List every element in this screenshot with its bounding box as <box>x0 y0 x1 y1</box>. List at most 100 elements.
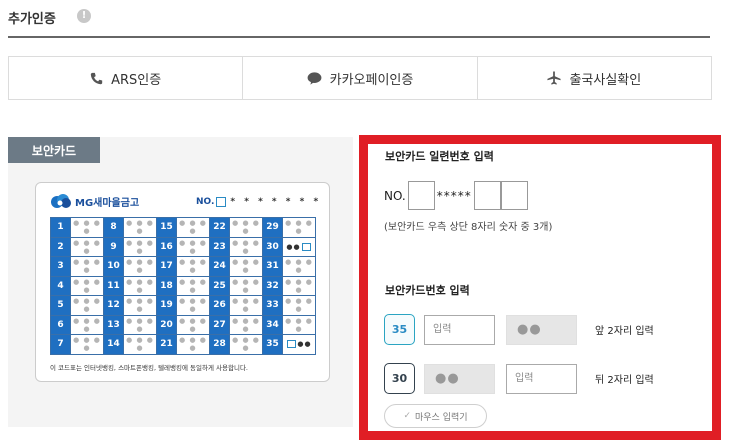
grid-cell-code: ● ● ● ● <box>282 295 316 316</box>
highlight-dots: ●● <box>297 340 312 349</box>
grid-cell-code: ● ● ● ● <box>229 275 263 296</box>
grid-row: 1 ● ● ● ● 8 ● ● ● ● 15 ● ● ● ● 22 ● ● ● ● 29 ● ● … <box>50 217 316 238</box>
front-digits-input[interactable] <box>424 314 495 345</box>
grid-cell-code: ● ● ● ● <box>176 236 210 257</box>
security-card-image: MG새마을금고 NO. * * * * * * * 1 ● ● ● ● 8 ● ● ●… <box>35 182 330 382</box>
airplane-icon <box>547 71 561 85</box>
grid-cell-number: 22 <box>209 217 230 238</box>
grid-cell-number: 23 <box>209 236 230 257</box>
grid-cell-number: 33 <box>262 295 283 316</box>
grid-cell-code: ● ● ● ● <box>70 275 104 296</box>
masked-digits: ●● <box>506 314 577 345</box>
serial-hint: (보안카드 우측 상단 8자리 숫자 중 3개) <box>384 222 553 233</box>
grid-cell-code: ● ● ● ● <box>229 256 263 277</box>
tab-kakaopay[interactable]: 카카오페이인증 <box>243 57 478 99</box>
grid-cell-number: 11 <box>103 275 124 296</box>
grid-cell-number: 8 <box>103 217 124 238</box>
grid-cell-code: ●● <box>282 334 316 355</box>
serial-digit-input-3[interactable] <box>500 181 528 210</box>
grid-cell-code: ● ● ● ● <box>70 256 104 277</box>
grid-row: 4 ● ● ● ● 11 ● ● ● ● 18 ● ● ● ● 25 ● ● ● ● 32 ● ●… <box>50 275 316 296</box>
grid-cell-number: 32 <box>262 275 283 296</box>
grid-cell-number: 28 <box>209 334 230 355</box>
card-tag: 보안카드 <box>8 137 100 163</box>
grid-cell-code: ● ● ● ● <box>70 236 104 257</box>
grid-row: 6 ● ● ● ● 13 ● ● ● ● 20 ● ● ● ● 27 ● ● ● ● 34 ● ●… <box>50 314 316 335</box>
grid-cell-number: 1 <box>50 217 71 238</box>
grid-cell-code: ● ● ● ● <box>123 295 157 316</box>
mg-logo: MG새마을금고 <box>50 193 139 209</box>
grid-cell-number: 10 <box>103 256 124 277</box>
tab-label: 카카오페이인증 <box>329 72 414 88</box>
pin-row-1: 35 ●● 앞 2자리 입력 <box>384 314 654 345</box>
grid-cell-number: 4 <box>50 275 71 296</box>
grid-cell-number: 20 <box>156 314 177 335</box>
grid-cell-code: ● ● ● ● <box>70 217 104 238</box>
pin-title: 보안카드번호 입력 <box>385 284 470 297</box>
grid-cell-number: 30 <box>262 236 283 257</box>
serial-title: 보안카드 일련번호 입력 <box>385 150 494 163</box>
grid-cell-code: ● ● ● ● <box>282 256 316 277</box>
grid-cell-number: 2 <box>50 236 71 257</box>
pin-row-2: 30 ●● 뒤 2자리 입력 <box>384 363 654 394</box>
mouse-button-label: 마우스 입력기 <box>415 412 468 423</box>
grid-cell-number: 34 <box>262 314 283 335</box>
card-no-stars: * * * * * * * <box>230 197 322 207</box>
grid-cell-number: 13 <box>103 314 124 335</box>
grid-row: 7 ● ● ● ● 14 ● ● ● ● 21 ● ● ● ● 28 ● ● ● ● 35 ●● <box>50 334 316 355</box>
grid-cell-code: ● ● ● ● <box>70 314 104 335</box>
serial-digit-input-2[interactable] <box>473 181 501 210</box>
tab-ars[interactable]: ARS인증 <box>9 57 244 99</box>
grid-cell-number: 24 <box>209 256 230 277</box>
grid-row: 3 ● ● ● ● 10 ● ● ● ● 17 ● ● ● ● 24 ● ● ● ● 31 ● ●… <box>50 256 316 277</box>
info-icon[interactable]: ! <box>77 9 91 23</box>
grid-cell-code: ● ● ● ● <box>176 295 210 316</box>
position-badge-35: 35 <box>384 314 415 345</box>
grid-cell-number: 19 <box>156 295 177 316</box>
grid-cell-number: 21 <box>156 334 177 355</box>
tab-departure[interactable]: 출국사실확인 <box>478 57 711 99</box>
code-grid: 1 ● ● ● ● 8 ● ● ● ● 15 ● ● ● ● 22 ● ● ● ● 29 ● ● … <box>50 217 316 355</box>
chat-bubble-icon <box>307 71 322 85</box>
cloud-logo-icon <box>51 194 71 208</box>
serial-digit-input-1[interactable] <box>407 181 435 210</box>
grid-cell-number: 35 <box>262 334 283 355</box>
grid-cell-number: 5 <box>50 295 71 316</box>
grid-cell-code: ● ● ● ● <box>229 334 263 355</box>
grid-cell-code: ● ● ● ● <box>229 217 263 238</box>
grid-cell-number: 14 <box>103 334 124 355</box>
grid-cell-number: 16 <box>156 236 177 257</box>
grid-cell-number: 3 <box>50 256 71 277</box>
grid-cell-number: 17 <box>156 256 177 277</box>
grid-cell-code: ● ● ● ● <box>282 275 316 296</box>
auth-method-tabs: ARS인증 카카오페이인증 출국사실확인 <box>8 56 712 100</box>
grid-cell-number: 29 <box>262 217 283 238</box>
grid-row: 2 ● ● ● ● 9 ● ● ● ● 16 ● ● ● ● 23 ● ● ● ● 30 ●● <box>50 236 316 257</box>
check-icon: ✓ <box>403 411 411 421</box>
mouse-keypad-button[interactable]: ✓ 마우스 입력기 <box>384 404 487 428</box>
brand-name: MG새마을금고 <box>75 197 140 209</box>
grid-cell-code: ● ● ● ● <box>176 217 210 238</box>
grid-cell-code: ● ● ● ● <box>123 236 157 257</box>
grid-cell-number: 12 <box>103 295 124 316</box>
grid-cell-code: ●● <box>282 236 316 257</box>
grid-cell-code: ● ● ● ● <box>123 256 157 277</box>
highlight-box <box>301 242 311 251</box>
grid-cell-code: ● ● ● ● <box>282 314 316 335</box>
grid-cell-code: ● ● ● ● <box>176 314 210 335</box>
grid-cell-code: ● ● ● ● <box>123 334 157 355</box>
card-serial: NO. * * * * * * * <box>196 197 321 207</box>
pin-note-back: 뒤 2자리 입력 <box>595 375 654 386</box>
card-no-box <box>216 197 227 207</box>
section-title: 추가인증 <box>8 12 56 27</box>
grid-cell-number: 7 <box>50 334 71 355</box>
grid-cell-code: ● ● ● ● <box>123 217 157 238</box>
serial-no-label: NO. <box>384 188 406 203</box>
grid-cell-number: 18 <box>156 275 177 296</box>
highlight-dots: ●● <box>286 242 301 251</box>
security-card-panel: 보안카드 MG새마을금고 NO. * * * * * * * 1 ● ● ● ● 8… <box>8 137 353 427</box>
highlight-box <box>287 340 297 349</box>
pin-note-front: 앞 2자리 입력 <box>595 326 654 337</box>
back-digits-input[interactable] <box>506 363 577 394</box>
grid-cell-code: ● ● ● ● <box>123 275 157 296</box>
